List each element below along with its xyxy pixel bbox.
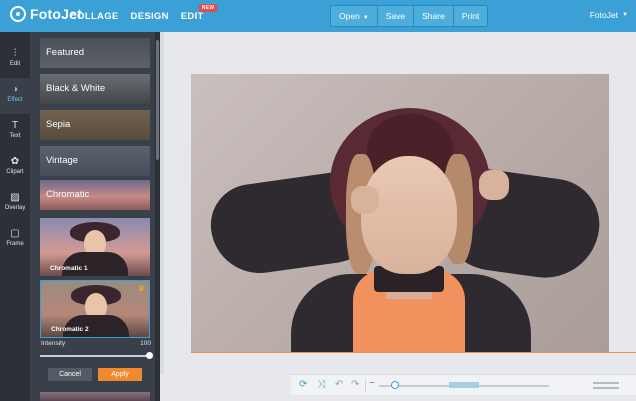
frame-icon: ▢ [10, 228, 20, 239]
file-toolbar: Open ▼ Save Share Print [330, 5, 489, 27]
rail-label: Effect [7, 97, 23, 103]
zoom-range-marker [449, 382, 479, 388]
print-button[interactable]: Print [454, 6, 487, 26]
effect-category-featured[interactable]: Featured [40, 38, 150, 68]
intensity-row: Intensity 100 [41, 340, 151, 347]
fotojet-logo-icon [10, 6, 26, 22]
sliders-icon: ⫶ [13, 48, 17, 59]
main-nav: COLLAGE DESIGN EDIT NEW [70, 4, 218, 22]
effect-category-chromatic[interactable]: Chromatic [40, 180, 150, 210]
nav-design[interactable]: DESIGN [131, 11, 169, 22]
effect-category-vintage[interactable]: Vintage [40, 146, 150, 176]
rail-item-overlay[interactable]: ▨ Overlay [0, 186, 30, 222]
effect-category-sepia[interactable]: Sepia [40, 110, 150, 140]
rail-item-clipart[interactable]: ✿ Clipart [0, 150, 30, 186]
intensity-label: Intensity [41, 340, 66, 347]
effect-thumbnail-chromatic-2[interactable]: ♛ Chromatic 2 [40, 280, 150, 338]
rail-label: Frame [6, 241, 24, 247]
rotate-icon[interactable]: ⟳ [299, 379, 307, 390]
intensity-slider-fill [40, 355, 150, 357]
open-label: Open [339, 11, 360, 21]
rail-item-text[interactable]: T Text [0, 114, 30, 150]
nav-collage[interactable]: COLLAGE [70, 11, 119, 22]
clipart-icon: ✿ [10, 156, 20, 167]
edited-photo[interactable] [191, 74, 609, 353]
redo-icon[interactable]: ↷ [351, 379, 359, 390]
effect-icon: ◑ [11, 84, 19, 95]
share-button[interactable]: Share [414, 6, 454, 26]
bottom-strip [160, 395, 636, 401]
effect-thumbnail-chromatic-1[interactable]: Chromatic 1 [40, 218, 150, 276]
photo-hand-left [351, 186, 379, 214]
intensity-value: 100 [140, 340, 151, 347]
thumbnail-body [62, 252, 128, 276]
photo-face [361, 156, 457, 274]
selection-edge-line [191, 352, 636, 353]
rail-label: Clipart [6, 169, 24, 175]
zoom-out-icon[interactable]: − [369, 378, 375, 389]
chevron-down-icon: ▼ [362, 15, 369, 21]
rail-item-edit[interactable]: ⫶ Edit [0, 42, 30, 78]
scrollbar-thumb[interactable] [156, 40, 159, 160]
flip-icon[interactable]: ⤨ [317, 379, 325, 390]
zoom-slider-knob[interactable] [391, 381, 399, 389]
effect-category-black-white[interactable]: Black & White [40, 74, 150, 104]
save-button[interactable]: Save [378, 6, 415, 26]
new-badge: NEW [198, 4, 218, 12]
thumbnail-caption: Chromatic 2 [51, 326, 89, 333]
cancel-button[interactable]: Cancel [48, 368, 92, 381]
rail-label: Edit [9, 61, 21, 67]
tool-rail: ⫶ Edit ◑ Effect T Text ✿ Clipart ▨ Overl… [0, 32, 30, 401]
open-button[interactable]: Open ▼ [331, 6, 378, 26]
top-bar: FotoJet COLLAGE DESIGN EDIT NEW Open ▼ Sa… [0, 0, 636, 32]
user-menu[interactable]: FotoJet ▼ [590, 10, 628, 20]
nav-edit[interactable]: EDIT NEW [180, 4, 218, 22]
user-name: FotoJet [589, 10, 619, 20]
navigator-icon[interactable] [593, 382, 619, 389]
rail-label: Overlay [4, 205, 26, 211]
apply-button[interactable]: Apply [98, 368, 142, 381]
overlay-icon: ▨ [10, 192, 20, 203]
nav-edit-label: EDIT [180, 11, 204, 22]
chevron-down-icon: ▼ [622, 12, 628, 18]
toolbar-divider [365, 379, 366, 392]
thumbnail-caption: Chromatic 1 [50, 265, 88, 272]
rail-label: Text [9, 133, 21, 139]
effect-thumbnail-next[interactable] [40, 392, 150, 401]
bottom-toolbar: ⟳ ⤨ ↶ ↷ − [291, 374, 636, 395]
undo-icon[interactable]: ↶ [335, 379, 343, 390]
rail-item-effect[interactable]: ◑ Effect [0, 78, 30, 114]
intensity-slider-knob[interactable] [146, 352, 153, 359]
crown-icon: ♛ [137, 284, 145, 293]
photo-hand-right [479, 170, 509, 200]
canvas-edge [160, 32, 164, 374]
intensity-slider[interactable] [40, 352, 153, 359]
text-icon: T [11, 120, 19, 131]
rail-item-frame[interactable]: ▢ Frame [0, 222, 30, 258]
